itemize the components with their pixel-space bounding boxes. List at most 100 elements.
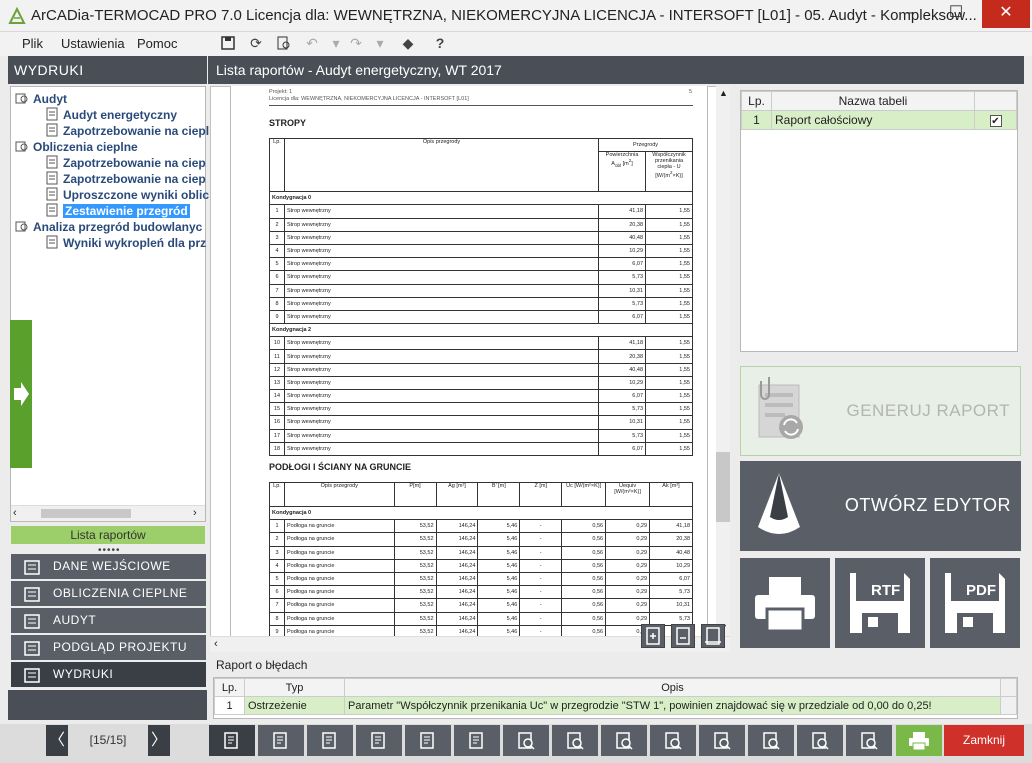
nav-audit[interactable]: AUDYT xyxy=(11,608,206,633)
zoom-page-2-button[interactable] xyxy=(846,725,892,756)
table-row: 15 Strop wewnętrzny 5,73 1,55 xyxy=(269,402,693,417)
page-icon[interactable] xyxy=(671,624,695,648)
minimize-button[interactable]: – xyxy=(890,0,930,28)
close-button[interactable]: Zamknij xyxy=(944,725,1024,756)
table-2-button[interactable] xyxy=(405,725,451,756)
zoom-doc-4-button[interactable] xyxy=(650,725,696,756)
zoom-page-2-icon xyxy=(861,731,878,750)
save-icon[interactable] xyxy=(218,34,238,52)
zoom-doc-button[interactable] xyxy=(503,725,549,756)
menu-settings[interactable]: Ustawienia xyxy=(61,36,125,51)
close-window-button[interactable]: ✕ xyxy=(982,0,1030,28)
nav-printer[interactable]: WYDRUKI xyxy=(11,662,206,687)
edit-doc-icon xyxy=(224,731,238,749)
tree-item[interactable]: Wyniki wykropleń dla prz xyxy=(45,235,206,250)
tree-group[interactable]: Obliczenia cieplne xyxy=(15,139,138,154)
page-number: 5 xyxy=(689,89,693,95)
left-panel-header: WYDRUKI xyxy=(8,56,207,84)
page-settings-icon[interactable] xyxy=(701,624,725,648)
print-button[interactable] xyxy=(740,558,830,648)
nav-heat-calc[interactable]: OBLICZENIA CIEPLNE xyxy=(11,581,206,606)
edit-doc-3-button[interactable] xyxy=(307,725,353,756)
help-icon[interactable]: ? xyxy=(430,34,450,52)
undo-dropdown-icon[interactable]: ▾ xyxy=(326,34,346,52)
grunt-table: Lp. Opis przegrody P[m] Ag [m²] B' [m] Z [m] U… xyxy=(269,482,693,638)
err-scroll[interactable] xyxy=(1000,678,1017,697)
generate-report-button[interactable]: GENERUJ RAPORT xyxy=(740,366,1021,456)
zoom-doc-2-icon xyxy=(567,731,584,750)
tree-item[interactable]: Zestawienie przegród xyxy=(45,203,190,218)
err-col-desc: Opis xyxy=(344,678,1001,697)
audit-icon xyxy=(23,613,41,629)
table-row: 3 Strop wewnętrzny 40,48 1,55 xyxy=(269,230,693,245)
table-button[interactable] xyxy=(356,725,402,756)
tree-item[interactable]: Uproszczone wyniki oblic xyxy=(45,187,209,202)
zoom-doc-3-icon xyxy=(616,731,633,750)
zoom-doc-6-button[interactable] xyxy=(748,725,794,756)
group-row: Kondygnacja 2 xyxy=(269,323,693,338)
menu-help[interactable]: Pomoc xyxy=(137,36,177,51)
tree-horizontal-scrollbar[interactable]: ‹ › xyxy=(11,505,205,521)
col-pow: Powierzchnia Aobl [m2] xyxy=(598,151,647,193)
prev-page-button[interactable]: 〈 xyxy=(46,725,68,756)
err-row-lp: 1 xyxy=(214,696,245,715)
zoom-page-button[interactable] xyxy=(797,725,843,756)
preview-vertical-scrollbar[interactable]: ▲ ▼ xyxy=(716,86,730,638)
panel-collapse-toggle[interactable] xyxy=(10,320,32,468)
refresh-icon[interactable]: ⟳ xyxy=(246,34,266,52)
preview-scroll-thumb[interactable] xyxy=(716,452,730,522)
tree-group[interactable]: Analiza przegród budowlanyc xyxy=(15,219,202,234)
printer-icon xyxy=(23,667,41,683)
next-page-button[interactable]: 〉 xyxy=(148,725,170,756)
scroll-thumb[interactable] xyxy=(41,509,131,518)
table-row: 8 Strop wewnętrzny 5,73 1,55 xyxy=(269,296,693,311)
col-lp: Lp. xyxy=(269,137,285,193)
rtf-label: RTF xyxy=(871,582,901,599)
edit-doc-2-button[interactable] xyxy=(258,725,304,756)
row-checkbox[interactable]: ✔ xyxy=(974,110,1017,130)
edit-doc-button[interactable] xyxy=(209,725,255,756)
document-icon xyxy=(45,107,59,121)
package-icon[interactable]: ◆ xyxy=(398,34,418,52)
left-panel-footer xyxy=(8,690,207,720)
table-row: 17 Strop wewnętrzny 5,73 1,55 xyxy=(269,428,693,443)
zoom-doc-5-button[interactable] xyxy=(699,725,745,756)
section-stropy-title: STROPY xyxy=(269,118,307,128)
tree-item[interactable]: Zapotrzebowanie na ciep xyxy=(45,171,206,186)
add-page-icon[interactable] xyxy=(641,624,665,648)
row-lp: 1 xyxy=(741,110,772,130)
table-row[interactable]: 1 Ostrzeżenie Parametr "Współczynnik prz… xyxy=(214,696,1017,715)
err-row-desc: Parametr "Współczynnik przenikania Uc" w… xyxy=(344,696,1001,715)
export-rtf-button[interactable]: RTF xyxy=(835,558,925,648)
undo-icon[interactable]: ↶ xyxy=(302,34,322,52)
table-list[interactable]: Lp. Nazwa tabeli 1 Raport całościowy ✔ xyxy=(740,90,1018,352)
page-counter: [15/15] xyxy=(89,733,127,747)
preview-icon[interactable] xyxy=(274,34,294,52)
report-tree[interactable]: Audyt Audyt energetyczny Zapotrzebowanie n… xyxy=(10,86,209,522)
redo-dropdown-icon[interactable]: ▾ xyxy=(370,34,390,52)
zoom-doc-2-button[interactable] xyxy=(552,725,598,756)
tab-lista-raportow[interactable]: Lista raportów xyxy=(11,526,205,544)
quick-print-button[interactable] xyxy=(896,725,942,756)
table-row[interactable]: 1 Raport całościowy ✔ xyxy=(741,110,1017,130)
pen-nib-icon xyxy=(758,473,800,534)
nav-data-input[interactable]: DANE WEJŚCIOWE xyxy=(11,554,206,579)
zoom-doc-3-button[interactable] xyxy=(601,725,647,756)
redo-icon[interactable]: ↷ xyxy=(346,34,366,52)
tree-item[interactable]: Audyt energetyczny xyxy=(45,107,177,122)
maximize-button[interactable]: ☐ xyxy=(936,0,976,28)
table-row: 1 Podłoga na gruncie 53,52 146,24 5,46-0,56 0… xyxy=(269,519,693,534)
err-col-lp: Lp. xyxy=(214,678,245,697)
menu-file[interactable]: Plik xyxy=(22,36,43,51)
open-editor-button[interactable]: OTWÓRZ EDYTOR xyxy=(740,461,1021,551)
tree-group[interactable]: Audyt xyxy=(15,91,67,106)
error-table[interactable]: Lp. Typ Opis 1 Ostrzeżenie Parametr "Wsp… xyxy=(213,677,1018,719)
tree-item[interactable]: Zapotrzebowanie na ciep xyxy=(45,155,206,170)
tree-item[interactable]: Zapotrzebowanie na ciepl xyxy=(45,123,209,138)
table-3-button[interactable] xyxy=(454,725,500,756)
nav-project-preview[interactable]: PODGLĄD PROJEKTU xyxy=(11,635,206,660)
document-icon xyxy=(45,155,59,169)
table-row: 7 Podłoga na gruncie 53,52 146,24 5,46-0,56 0… xyxy=(269,598,693,613)
export-pdf-button[interactable]: PDF xyxy=(930,558,1020,648)
group-row: Kondygnacja 0 xyxy=(269,505,693,521)
